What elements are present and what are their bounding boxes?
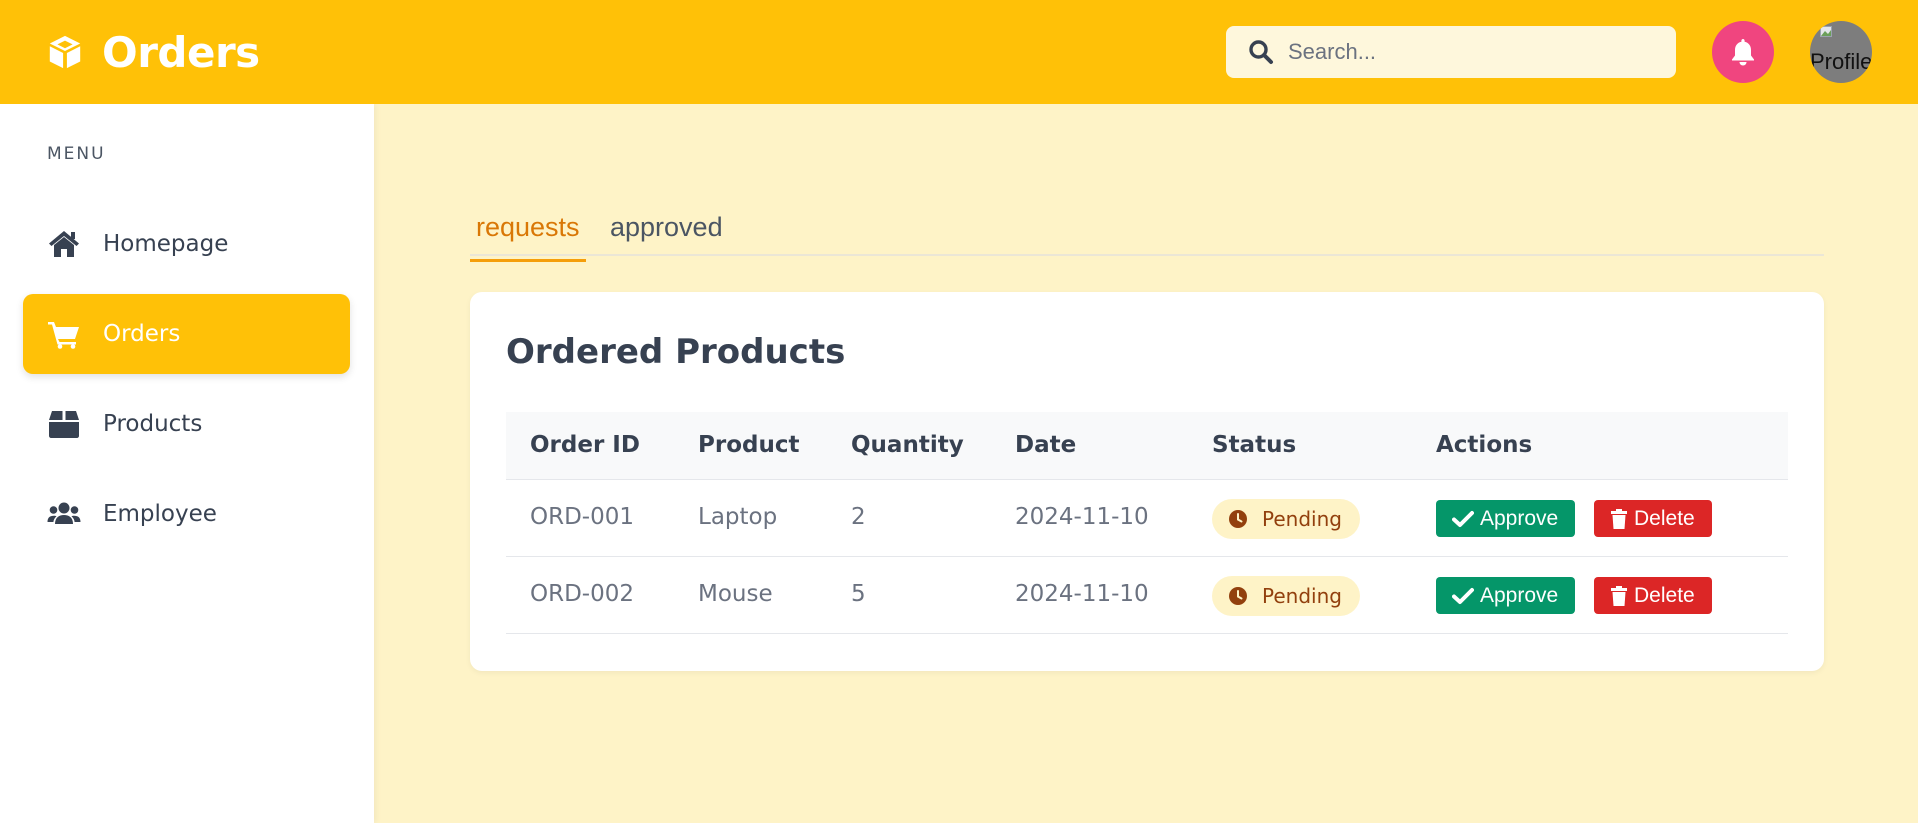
quantity-cell: 2: [851, 504, 866, 530]
cube-icon: [49, 35, 81, 69]
clock-icon: [1229, 587, 1247, 605]
trash-icon: [1611, 508, 1627, 529]
sidebar-item-label: Employee: [103, 501, 217, 527]
column-header-product: Product: [698, 432, 800, 458]
top-header: Orders Profile: [0, 0, 1918, 104]
card-title: Ordered Products: [506, 332, 846, 372]
page-title: Orders: [102, 27, 260, 77]
tab-bar: requests approved: [470, 200, 1824, 262]
notifications-button[interactable]: [1712, 21, 1774, 83]
product-cell: Mouse: [698, 581, 773, 607]
avatar-alt-text: Profile: [1810, 49, 1872, 74]
delete-button[interactable]: Delete: [1594, 577, 1712, 614]
status-badge: Pending: [1212, 576, 1360, 616]
profile-avatar[interactable]: Profile: [1810, 21, 1872, 83]
box-icon: [49, 411, 79, 438]
users-icon: [47, 502, 81, 524]
orders-table: Order ID Product Quantity Date Status Ac…: [506, 412, 1788, 634]
delete-label: Delete: [1634, 583, 1695, 607]
brand: Orders: [46, 28, 260, 77]
search-icon: [1249, 40, 1273, 64]
table-header: Order ID Product Quantity Date Status Ac…: [506, 412, 1788, 480]
order-id-cell: ORD-002: [530, 581, 634, 607]
column-header-status: Status: [1212, 432, 1297, 458]
delete-label: Delete: [1634, 506, 1695, 530]
sidebar-item-employee[interactable]: Employee: [23, 474, 350, 554]
column-header-actions: Actions: [1436, 432, 1533, 458]
menu-label: MENU: [47, 144, 106, 164]
tab-requests[interactable]: requests: [470, 212, 586, 262]
approve-button[interactable]: Approve: [1436, 577, 1576, 614]
approve-button[interactable]: Approve: [1436, 500, 1576, 537]
sidebar-item-label: Homepage: [103, 231, 229, 257]
date-cell: 2024-11-10: [1015, 504, 1149, 530]
column-header-quantity: Quantity: [851, 432, 964, 458]
approve-label: Approve: [1480, 506, 1559, 530]
sidebar-item-products[interactable]: Products: [23, 384, 350, 464]
table-row: ORD-002 Mouse 5 2024-11-10 Pending Appro…: [506, 557, 1788, 634]
product-cell: Laptop: [698, 504, 778, 530]
search-input[interactable]: [1288, 39, 1654, 65]
column-header-date: Date: [1015, 432, 1077, 458]
trash-icon: [1611, 585, 1627, 606]
bell-icon: [1732, 39, 1754, 66]
approve-label: Approve: [1480, 583, 1559, 607]
clock-icon: [1229, 510, 1247, 528]
status-badge: Pending: [1212, 499, 1360, 539]
tab-approved[interactable]: approved: [604, 212, 729, 259]
sidebar-item-orders[interactable]: Orders: [23, 294, 350, 374]
cart-icon: [48, 322, 79, 349]
column-header-order-id: Order ID: [530, 432, 640, 458]
quantity-cell: 5: [851, 581, 866, 607]
ordered-products-card: Ordered Products Order ID Product Quanti…: [470, 292, 1824, 671]
check-icon: [1452, 510, 1474, 527]
sidebar-item-label: Products: [103, 411, 203, 437]
sidebar: MENU Homepage Orders Products Employee: [0, 104, 374, 823]
check-icon: [1452, 587, 1474, 604]
order-id-cell: ORD-001: [530, 504, 634, 530]
sidebar-item-homepage[interactable]: Homepage: [23, 204, 350, 284]
broken-image-icon: [1820, 26, 1832, 37]
status-text: Pending: [1262, 584, 1342, 608]
home-icon: [49, 231, 79, 257]
table-row: ORD-001 Laptop 2 2024-11-10 Pending Appr…: [506, 480, 1788, 557]
search-box[interactable]: [1226, 26, 1676, 78]
sidebar-item-label: Orders: [103, 321, 181, 347]
date-cell: 2024-11-10: [1015, 581, 1149, 607]
delete-button[interactable]: Delete: [1594, 500, 1712, 537]
status-text: Pending: [1262, 507, 1342, 531]
